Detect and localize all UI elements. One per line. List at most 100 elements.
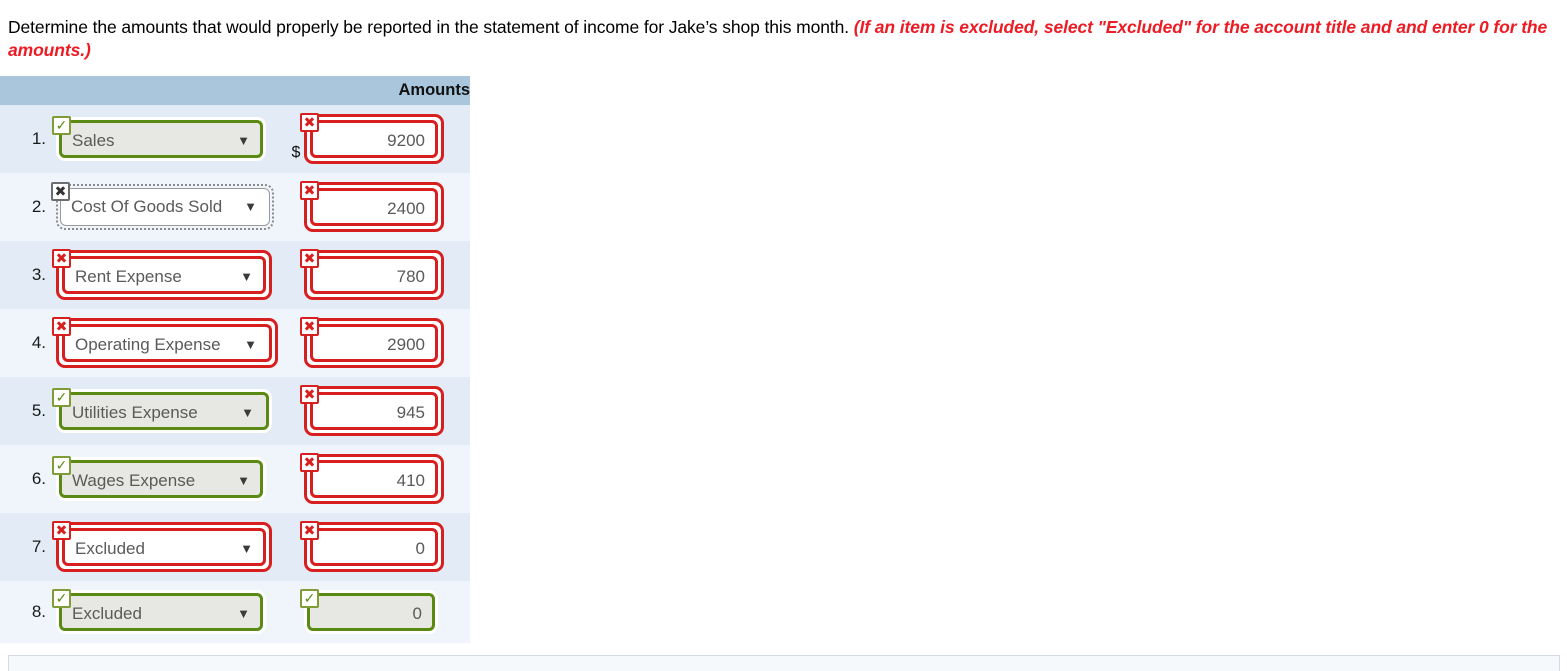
- account-grade-ring: Excluded ▼ ✓: [52, 589, 266, 634]
- correct-badge-icon: ✓: [52, 116, 71, 135]
- table-row: 1. Sales ▼ ✓ $9200 ✖: [0, 105, 470, 173]
- account-grade-ring: Utilities Expense ▼ ✓: [52, 388, 272, 433]
- table-row: 4.Operating Expense▼✖$2900✖: [0, 309, 470, 377]
- incorrect-badge-icon: ✖: [52, 317, 71, 336]
- currency-symbol: $: [288, 614, 304, 634]
- table-body: 1.Sales▼✓$9200✖2.Cost Of Goods Sold▼✖$24…: [0, 105, 470, 643]
- account-select[interactable]: Excluded ▼: [59, 593, 263, 631]
- account-grade-ring: Rent Expense ▼ ✖: [52, 249, 272, 300]
- account-grade-ring: Operating Expense ▼ ✖: [52, 317, 278, 368]
- account-field-wrapper: Rent Expense ▼ ✖: [46, 241, 288, 309]
- incorrect-badge-icon: ✖: [300, 113, 319, 132]
- chevron-down-icon[interactable]: ▼: [240, 259, 253, 295]
- currency-symbol: $: [288, 280, 304, 300]
- account-grade-ring: Sales ▼ ✓: [52, 116, 266, 161]
- incorrect-badge-icon: ✖: [300, 453, 319, 472]
- correct-badge-icon: ✓: [300, 589, 319, 608]
- column-header-account: [46, 76, 288, 105]
- account-grade-ring: Wages Expense ▼ ✓: [52, 456, 266, 501]
- row-number: 7.: [31, 537, 46, 556]
- amount-field-wrapper: $2400✖: [288, 173, 470, 241]
- amount-input[interactable]: 410: [310, 460, 438, 498]
- amount-input[interactable]: 2400: [310, 188, 438, 226]
- amount-grade-ring: 2400 ✖: [300, 181, 444, 232]
- account-select-value: Sales: [72, 131, 115, 150]
- account-select[interactable]: Rent Expense ▼: [62, 256, 266, 294]
- currency-symbol: $: [288, 348, 304, 368]
- amount-cell: $0✖: [288, 513, 470, 581]
- row-number: 4.: [31, 333, 46, 352]
- amount-cell: $410✖: [288, 445, 470, 513]
- incorrect-badge-icon: ✖: [300, 317, 319, 336]
- amount-cell: $9200 ✖: [288, 105, 470, 173]
- account-select[interactable]: Excluded ▼: [62, 528, 266, 566]
- table-row: 8.Excluded▼✓$0✓: [0, 581, 470, 643]
- chevron-down-icon[interactable]: ▼: [237, 123, 250, 159]
- amount-cell: $2900✖: [288, 309, 470, 377]
- account-select[interactable]: Wages Expense ▼: [59, 460, 263, 498]
- amount-field-wrapper: $0✖: [288, 513, 470, 581]
- question-prompt: Determine the amounts that would properl…: [0, 0, 1567, 62]
- account-grade-ring: Cost Of Goods Sold ▼ ✖: [51, 182, 274, 230]
- amount-input[interactable]: 0: [310, 528, 438, 566]
- account-select-value: Wages Expense: [72, 471, 196, 490]
- amount-input[interactable]: 780: [310, 256, 438, 294]
- currency-symbol: $: [288, 416, 304, 436]
- currency-symbol: $: [291, 144, 301, 161]
- amount-grade-ring: 945 ✖: [300, 385, 444, 436]
- currency-symbol: $: [288, 552, 304, 572]
- column-header-number: [0, 76, 46, 105]
- account-select-value: Excluded: [72, 604, 142, 623]
- table-row: 5. Utilities Expense ▼ ✓ $945✖: [0, 377, 470, 445]
- chevron-down-icon[interactable]: ▼: [241, 395, 254, 431]
- amount-input[interactable]: 2900: [310, 324, 438, 362]
- amount-field-wrapper: $780✖: [288, 241, 470, 309]
- account-select[interactable]: Cost Of Goods Sold ▼: [60, 188, 270, 226]
- amount-grade-ring: 0 ✖: [300, 521, 444, 572]
- correct-badge-icon: ✓: [52, 589, 71, 608]
- account-cell: Cost Of Goods Sold ▼ ✖: [46, 173, 288, 241]
- account-field-wrapper: Operating Expense ▼ ✖: [46, 309, 288, 377]
- amount-input[interactable]: 9200: [310, 120, 438, 158]
- account-select-value: Excluded: [75, 539, 145, 558]
- account-select-value: Rent Expense: [75, 267, 182, 286]
- amount-cell: $0✓: [288, 581, 470, 643]
- amount-field-wrapper: $945✖: [288, 377, 470, 445]
- chevron-down-icon[interactable]: ▼: [244, 189, 257, 225]
- account-field-wrapper: Sales ▼ ✓: [46, 108, 288, 170]
- account-select[interactable]: Sales ▼: [59, 120, 263, 158]
- amount-grade-ring: 780 ✖: [300, 249, 444, 300]
- table-row: 7. Excluded ▼ ✖ $0✖: [0, 513, 470, 581]
- amount-cell: $2400✖: [288, 173, 470, 241]
- amount-field-wrapper: $9200 ✖: [288, 105, 470, 173]
- account-grade-ring: Excluded ▼ ✖: [52, 521, 272, 572]
- table-head: Amounts: [0, 76, 470, 105]
- amount-grade-ring: 9200 ✖: [300, 113, 444, 164]
- incorrect-badge-icon: ✖: [52, 521, 71, 540]
- amount-grade-ring: 410 ✖: [300, 453, 444, 504]
- account-field-wrapper: Excluded ▼ ✓: [46, 581, 288, 643]
- account-select[interactable]: Utilities Expense ▼: [59, 392, 269, 430]
- account-cell: Operating Expense ▼ ✖: [46, 309, 288, 377]
- account-cell: Sales ▼ ✓: [46, 105, 288, 173]
- currency-symbol: $: [288, 212, 304, 232]
- chevron-down-icon[interactable]: ▼: [240, 531, 253, 567]
- column-header-amounts: Amounts: [288, 76, 470, 105]
- account-select[interactable]: Operating Expense ▼: [62, 324, 272, 362]
- chevron-down-icon[interactable]: ▼: [244, 327, 257, 363]
- amount-field-wrapper: $0✓: [288, 581, 470, 643]
- table-row: 3.Rent Expense▼✖$780✖: [0, 241, 470, 309]
- table-row: 2.Cost Of Goods Sold▼✖$2400✖: [0, 173, 470, 241]
- account-field-wrapper: Utilities Expense ▼ ✓: [46, 380, 288, 442]
- prompt-main-text: Determine the amounts that would properl…: [8, 17, 850, 37]
- row-number: 6.: [31, 469, 46, 488]
- amount-input[interactable]: 945: [310, 392, 438, 430]
- row-number: 1.: [31, 129, 46, 148]
- chevron-down-icon[interactable]: ▼: [237, 596, 250, 632]
- chevron-down-icon[interactable]: ▼: [237, 463, 250, 499]
- account-select-value: Operating Expense: [75, 335, 221, 354]
- correct-badge-icon: ✓: [52, 388, 71, 407]
- currency-symbol: $: [288, 484, 304, 504]
- row-number: 5.: [31, 401, 46, 420]
- amount-input[interactable]: 0: [307, 593, 435, 631]
